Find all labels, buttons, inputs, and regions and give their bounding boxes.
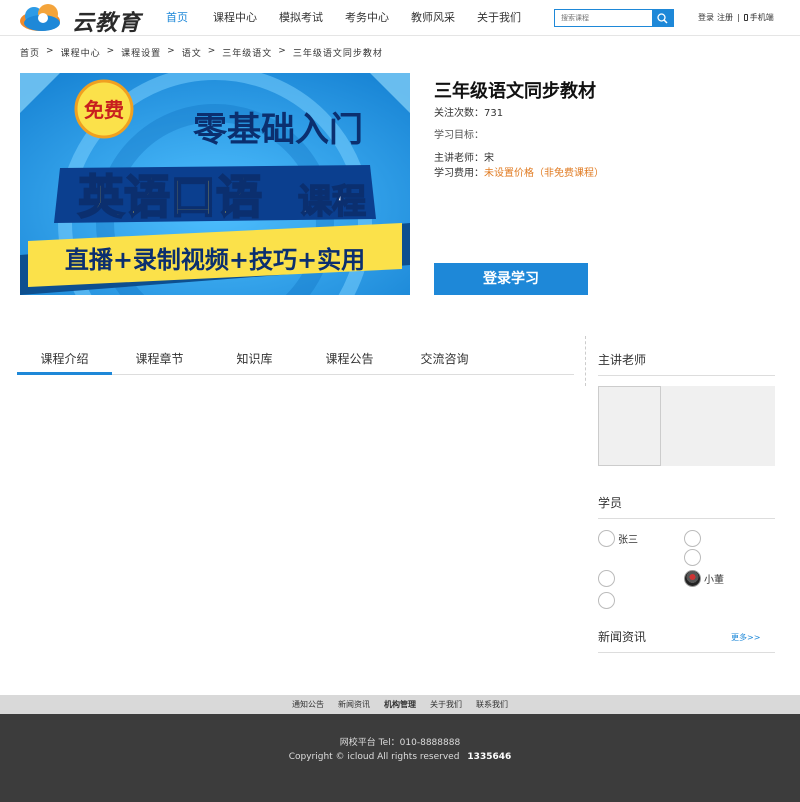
footer-link-org-management[interactable]: 机构管理 bbox=[384, 699, 416, 710]
register-link[interactable]: 注册 bbox=[717, 12, 733, 23]
student-item[interactable] bbox=[598, 570, 618, 587]
main-nav: 首页 课程中心 模拟考试 考务中心 教师风采 关于我们 bbox=[160, 0, 532, 36]
banner-graphic: 免费 零基础入门 英语口语 课程 直播+录制视频+技巧+实用 bbox=[20, 73, 410, 295]
footer-link-news[interactable]: 新闻资讯 bbox=[338, 699, 370, 710]
footer-copyright-row: Copyright © icloud All rights reserved 13… bbox=[0, 752, 800, 762]
user-links: 登录 注册 | 手机端 bbox=[698, 12, 774, 23]
avatar bbox=[598, 570, 615, 587]
avatar bbox=[684, 549, 701, 566]
footer: 网校平台 Tel：010-8888888 Copyright © icloud … bbox=[0, 714, 800, 802]
phone-icon bbox=[743, 14, 748, 21]
cloud-logo-icon bbox=[20, 4, 60, 31]
teacher-row: 主讲老师：宋 bbox=[434, 149, 494, 164]
login-study-button[interactable]: 登录学习 bbox=[434, 263, 588, 295]
followers-row: 关注次数：731 bbox=[434, 104, 503, 119]
avatar bbox=[684, 530, 701, 547]
column-divider bbox=[585, 336, 586, 386]
course-tabs: 课程介绍 课程章节 知识库 课程公告 交流咨询 bbox=[17, 346, 574, 375]
student-item[interactable] bbox=[684, 549, 704, 566]
followers-value: 731 bbox=[484, 108, 504, 119]
footer-link-about[interactable]: 关于我们 bbox=[430, 699, 462, 710]
teacher-card[interactable] bbox=[598, 386, 775, 466]
tab-consultation[interactable]: 交流咨询 bbox=[397, 346, 492, 375]
breadcrumb-arrow: > bbox=[278, 46, 287, 56]
breadcrumb-arrow: > bbox=[207, 46, 217, 56]
student-item[interactable] bbox=[684, 530, 704, 547]
fee-value: 未设置价格（非免费课程） bbox=[484, 168, 604, 179]
students-section-title: 学员 bbox=[598, 494, 775, 519]
news-more-link[interactable]: 更多>> bbox=[731, 632, 760, 643]
breadcrumb-current: 三年级语文同步教材 bbox=[292, 49, 383, 59]
student-item[interactable]: 张三 bbox=[598, 530, 638, 547]
search-icon bbox=[657, 12, 668, 24]
nav-teachers[interactable]: 教师风采 bbox=[400, 0, 466, 36]
tab-announcements[interactable]: 课程公告 bbox=[302, 346, 397, 375]
breadcrumb-arrow: > bbox=[46, 46, 55, 56]
teacher-value: 宋 bbox=[484, 153, 494, 164]
footer-link-notices[interactable]: 通知公告 bbox=[292, 699, 324, 710]
banner-badge: 免费 bbox=[84, 98, 124, 122]
footer-link-contact[interactable]: 联系我们 bbox=[476, 699, 508, 710]
footer-links: 通知公告 新闻资讯 机构管理 关于我们 联系我们 bbox=[0, 695, 800, 714]
student-name: 小董 bbox=[704, 575, 724, 586]
course-title: 三年级语文同步教材 bbox=[434, 81, 596, 102]
banner-line1: 零基础入门 bbox=[193, 110, 363, 150]
fee-row: 学习费用：未设置价格（非免费课程） bbox=[434, 164, 604, 179]
logo[interactable]: 云教育 bbox=[18, 3, 148, 36]
tab-knowledge-base[interactable]: 知识库 bbox=[207, 346, 302, 375]
teacher-photo bbox=[598, 386, 661, 466]
goal-row: 学习目标： bbox=[434, 126, 484, 141]
logo-text: 云教育 bbox=[72, 11, 142, 36]
tab-course-chapters[interactable]: 课程章节 bbox=[112, 346, 207, 375]
nav-exam-center[interactable]: 考务中心 bbox=[334, 0, 400, 36]
avatar bbox=[684, 570, 701, 587]
course-banner: 免费 零基础入门 英语口语 课程 直播+录制视频+技巧+实用 bbox=[20, 73, 410, 295]
breadcrumb-arrow: > bbox=[106, 46, 116, 56]
avatar bbox=[598, 530, 615, 547]
nav-about[interactable]: 关于我们 bbox=[466, 0, 532, 36]
fee-label: 学习费用： bbox=[434, 168, 484, 179]
student-name: 张三 bbox=[618, 535, 638, 546]
breadcrumb-home[interactable]: 首页 bbox=[20, 46, 40, 59]
search-button[interactable] bbox=[652, 10, 673, 26]
teacher-label: 主讲老师： bbox=[434, 153, 484, 164]
nav-home[interactable]: 首页 bbox=[160, 0, 194, 36]
banner-line2-suffix: 课程 bbox=[298, 182, 366, 222]
student-item[interactable]: 小董 bbox=[684, 570, 724, 587]
banner-line2: 英语口语 bbox=[78, 170, 262, 224]
tab-course-intro[interactable]: 课程介绍 bbox=[17, 346, 112, 375]
breadcrumb-chinese[interactable]: 语文 bbox=[182, 46, 202, 59]
breadcrumb-grade3-chinese[interactable]: 三年级语文 bbox=[222, 46, 272, 59]
breadcrumb-arrow: > bbox=[167, 46, 176, 56]
goal-label: 学习目标： bbox=[434, 130, 484, 141]
visitor-count: 1335646 bbox=[467, 752, 512, 762]
followers-label: 关注次数： bbox=[434, 108, 484, 119]
mobile-link[interactable]: 手机端 bbox=[750, 12, 774, 23]
search-box bbox=[554, 9, 674, 27]
footer-contact: 网校平台 Tel：010-8888888 bbox=[339, 738, 461, 748]
header: 云教育 首页 课程中心 模拟考试 考务中心 教师风采 关于我们 登录 注册 | … bbox=[0, 0, 800, 36]
breadcrumb-course-settings[interactable]: 课程设置 bbox=[121, 46, 161, 59]
student-item[interactable] bbox=[598, 592, 618, 609]
nav-mock-exam[interactable]: 模拟考试 bbox=[268, 0, 334, 36]
breadcrumb-course-center[interactable]: 课程中心 bbox=[61, 46, 101, 59]
avatar bbox=[598, 592, 615, 609]
footer-copyright: Copyright © icloud All rights reserved bbox=[288, 752, 460, 762]
breadcrumb: 首页 > 课程中心 > 课程设置 > 语文 > 三年级语文 > 三年级语文同步教… bbox=[20, 46, 383, 59]
login-link[interactable]: 登录 bbox=[698, 12, 714, 23]
search-input[interactable] bbox=[555, 10, 653, 26]
teacher-section-title: 主讲老师 bbox=[598, 351, 775, 376]
divider: | bbox=[737, 13, 740, 22]
nav-course-center[interactable]: 课程中心 bbox=[202, 0, 268, 36]
banner-ribbon: 直播+录制视频+技巧+实用 bbox=[65, 246, 365, 274]
